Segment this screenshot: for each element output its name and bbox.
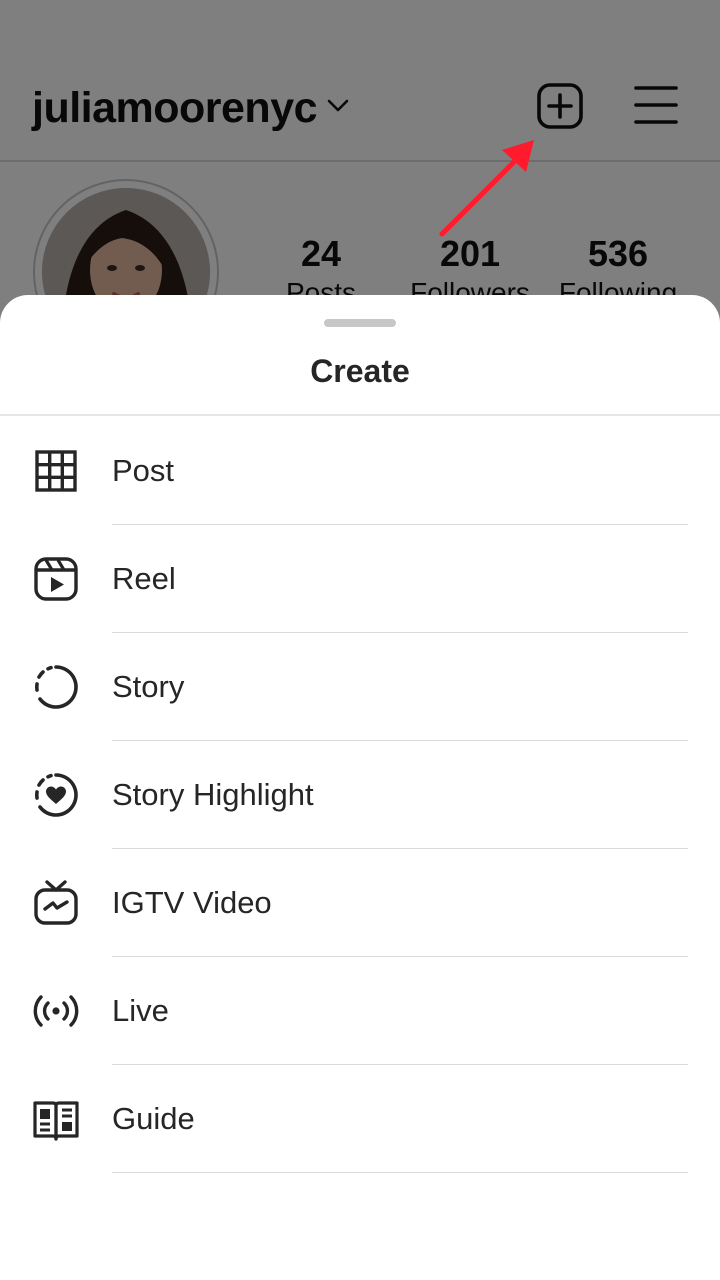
annotation-arrow-icon: [439, 140, 534, 237]
create-story-label: Story: [112, 669, 185, 704]
igtv-icon: [34, 880, 78, 925]
guide-icon: [33, 1101, 79, 1141]
create-reel-item[interactable]: Reel: [0, 525, 720, 633]
create-guide-item[interactable]: Guide: [0, 1065, 720, 1173]
create-post-item[interactable]: Post: [0, 417, 720, 525]
reel-icon: [34, 557, 78, 601]
create-guide-label: Guide: [112, 1101, 195, 1136]
create-story-highlight-item[interactable]: Story Highlight: [0, 741, 720, 849]
create-live-label: Live: [112, 993, 169, 1028]
divider: [0, 414, 720, 416]
item-divider: [112, 1172, 688, 1173]
create-reel-label: Reel: [112, 561, 176, 596]
create-live-item[interactable]: Live: [0, 957, 720, 1065]
create-igtv-item[interactable]: IGTV Video: [0, 849, 720, 957]
create-story-item[interactable]: Story: [0, 633, 720, 741]
drag-handle[interactable]: [324, 319, 396, 327]
create-story-highlight-label: Story Highlight: [112, 777, 314, 812]
story-highlight-icon: [34, 773, 78, 817]
create-sheet: Create Post Reel Story Story Highlight I…: [0, 295, 720, 1280]
sheet-title: Create: [310, 353, 410, 389]
create-igtv-label: IGTV Video: [112, 885, 272, 920]
live-icon: [33, 995, 79, 1027]
story-icon: [34, 665, 78, 709]
grid-icon: [35, 450, 77, 492]
create-post-label: Post: [112, 453, 175, 488]
